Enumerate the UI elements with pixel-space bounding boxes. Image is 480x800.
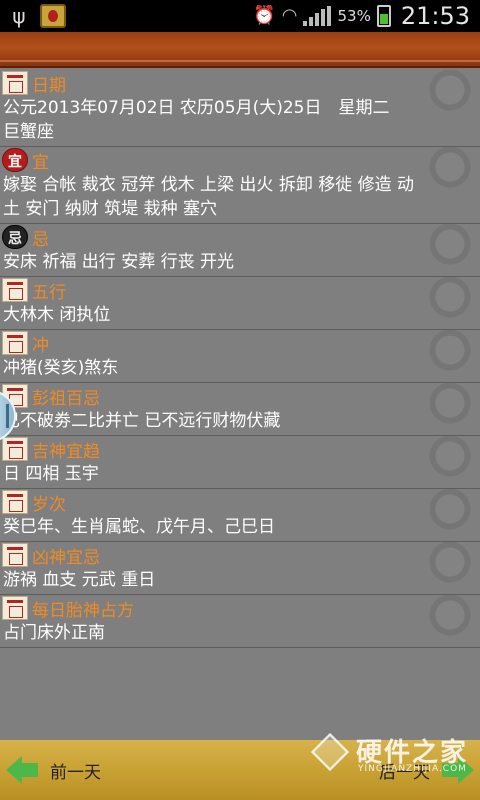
section-yi: 宜宜 嫁娶 合帐 裁衣 冠笄 伐木 上梁 出火 拆卸 移徙 修造 动土 安门 纳… [0, 147, 480, 224]
usb-icon: ψ [12, 4, 26, 28]
cloud-pattern-icon [420, 224, 480, 276]
section-title: 忌 [32, 229, 49, 250]
section-chong: 冲 冲猪(癸亥)煞东 [0, 330, 480, 383]
section-body: 公元2013年07月02日 农历05月(大)25日 星期二 巨蟹座 [3, 98, 407, 142]
section-body: 日 四相 玉宇 [3, 464, 99, 484]
section-title: 每日胎神占方 [32, 600, 134, 621]
alarm-icon: ⏰ [253, 5, 276, 26]
cloud-pattern-icon [420, 277, 480, 329]
battery-charging-icon [376, 5, 391, 27]
section-title: 凶神宜忌 [32, 547, 100, 568]
section-body: 占门床外正南 [3, 623, 105, 643]
section-xiongshen: 凶神宜忌 游祸 血支 元武 重日 [0, 542, 480, 595]
header-bar [0, 32, 480, 68]
arrow-left-icon [6, 754, 38, 786]
watermark-url: YINGJIANZHIJIA.COM [358, 764, 467, 774]
cloud-pattern-icon [420, 489, 480, 541]
cloud-pattern-icon [420, 147, 480, 223]
section-body: 癸巳年、生肖属蛇、戊午月、己巳日 [3, 517, 275, 537]
section-body: 大林木 闭执位 [3, 305, 111, 325]
almanac-list[interactable]: 日期 公元2013年07月02日 农历05月(大)25日 星期二 巨蟹座 宜宜 … [0, 70, 480, 740]
status-left-icons: ψ [8, 4, 66, 28]
yi-icon: 宜 [2, 148, 28, 172]
calendar-icon [2, 331, 28, 355]
calendar-icon [2, 596, 28, 620]
status-right-icons: ⏰ ◠ 53% 21:53 [253, 0, 470, 32]
ji-icon: 忌 [2, 225, 28, 249]
calendar-icon [2, 437, 28, 461]
cloud-pattern-icon [420, 436, 480, 488]
watermark-logo-icon [310, 732, 350, 772]
cloud-pattern-icon [420, 330, 480, 382]
section-wuxing: 五行 大林木 闭执位 [0, 277, 480, 330]
calendar-icon [2, 490, 28, 514]
section-date: 日期 公元2013年07月02日 农历05月(大)25日 星期二 巨蟹座 [0, 70, 480, 147]
signal-icon [303, 6, 332, 26]
status-bar: ψ ⏰ ◠ 53% 21:53 [0, 0, 480, 32]
section-body: 安床 祈福 出行 安葬 行丧 开光 [3, 252, 235, 272]
section-pengzu: 彭祖百忌 己不破劵二比并亡 已不远行财物伏藏 [0, 383, 480, 436]
section-ji: 忌忌 安床 祈福 出行 安葬 行丧 开光 [0, 224, 480, 277]
clock: 21:53 [400, 2, 470, 30]
section-taishen: 每日胎神占方 占门床外正南 [0, 595, 480, 648]
section-jishen: 吉神宜趋 日 四相 玉宇 [0, 436, 480, 489]
prev-day-label: 前一天 [50, 762, 101, 783]
section-title: 吉神宜趋 [32, 441, 100, 462]
section-body: 冲猪(癸亥)煞东 [3, 358, 119, 378]
calendar-icon [2, 71, 28, 95]
section-title: 彭祖百忌 [32, 388, 100, 409]
section-body: 游祸 血支 元武 重日 [3, 570, 156, 590]
section-title: 宜 [32, 152, 49, 173]
app-notification-icon [40, 4, 66, 28]
section-title: 岁次 [32, 494, 66, 515]
battery-percent: 53% [337, 7, 371, 25]
section-title: 日期 [32, 75, 66, 96]
calendar-icon [2, 278, 28, 302]
cloud-pattern-icon [420, 542, 480, 594]
section-body: 嫁娶 合帐 裁衣 冠笄 伐木 上梁 出火 拆卸 移徙 修造 动土 安门 纳财 筑… [3, 175, 415, 219]
section-title: 冲 [32, 335, 49, 356]
calendar-icon [2, 543, 28, 567]
section-body: 己不破劵二比并亡 已不远行财物伏藏 [3, 411, 281, 431]
section-title: 五行 [32, 282, 66, 303]
cloud-pattern-icon [420, 595, 480, 647]
watermark: 硬件之家 YINGJIANZHIJIA.COM [310, 730, 480, 784]
cloud-pattern-icon [420, 70, 480, 146]
prev-day-button[interactable]: 前一天 [6, 752, 101, 788]
cloud-pattern-icon [420, 383, 480, 435]
wifi-icon: ◠ [281, 5, 298, 26]
section-suici: 岁次 癸巳年、生肖属蛇、戊午月、己巳日 [0, 489, 480, 542]
